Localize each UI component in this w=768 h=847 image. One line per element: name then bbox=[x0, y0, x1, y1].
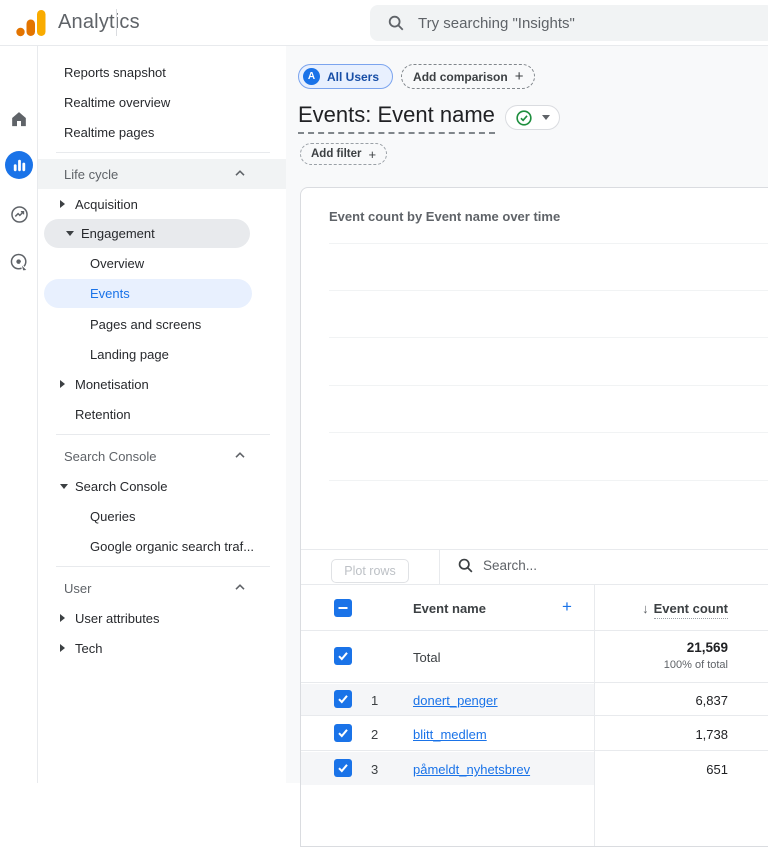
sidebar-item-landing-page[interactable]: Landing page bbox=[38, 339, 286, 369]
table-total-row: Total 21,569 100% of total bbox=[301, 631, 768, 682]
chevron-up-icon bbox=[234, 451, 246, 459]
sort-descending-icon: ↓ bbox=[642, 601, 649, 616]
add-filter-button[interactable]: Add filter + bbox=[300, 143, 387, 165]
explore-icon[interactable] bbox=[7, 202, 31, 226]
left-nav-rail bbox=[0, 46, 38, 783]
chevron-up-icon bbox=[234, 169, 246, 177]
chart-title: Event count by Event name over time bbox=[329, 209, 560, 224]
chevron-up-icon bbox=[234, 583, 246, 591]
sidebar-item-search-console[interactable]: Search Console bbox=[38, 471, 286, 501]
column-header-event-count[interactable]: ↓Event count bbox=[594, 600, 728, 618]
reports-sidebar: Reports snapshot Realtime overview Realt… bbox=[38, 46, 286, 783]
sidebar-item-user-attributes[interactable]: User attributes bbox=[38, 603, 286, 633]
total-value: 21,569 bbox=[594, 640, 728, 655]
global-search-input[interactable]: Try searching "Insights" bbox=[370, 5, 768, 41]
report-title-row: Events: Event name bbox=[298, 102, 560, 134]
sidebar-item-google-organic-search[interactable]: Google organic search traf... bbox=[38, 531, 286, 561]
plus-icon: + bbox=[515, 68, 524, 85]
table-row: 1 donert_penger 6,837 bbox=[301, 682, 768, 715]
total-subtext: 100% of total bbox=[594, 659, 728, 671]
search-icon bbox=[457, 557, 474, 574]
chart-gridline bbox=[329, 385, 768, 386]
chart-gridline bbox=[329, 480, 768, 481]
search-icon bbox=[387, 14, 405, 32]
total-label: Total bbox=[413, 650, 440, 665]
sidebar-divider bbox=[56, 566, 270, 567]
collapse-arrow-icon bbox=[66, 231, 81, 236]
data-quality-dropdown[interactable] bbox=[505, 105, 560, 130]
table-toolbar: Plot rows Search... bbox=[301, 550, 768, 585]
chart-gridline bbox=[329, 337, 768, 338]
sidebar-item-events-selected[interactable]: Events bbox=[44, 279, 252, 308]
caret-down-icon bbox=[542, 115, 550, 120]
table-row: 2 blitt_medlem 1,738 bbox=[301, 715, 768, 750]
google-analytics-logo-icon[interactable] bbox=[16, 9, 46, 37]
sidebar-divider bbox=[56, 152, 270, 153]
top-app-bar: Analytics Try searching "Insights" bbox=[0, 0, 768, 46]
section-header-user[interactable]: User bbox=[38, 573, 286, 603]
comparison-chips-row: A All Users Add comparison + bbox=[298, 64, 535, 89]
sidebar-item-pages-and-screens[interactable]: Pages and screens bbox=[38, 309, 286, 339]
row-checkbox-checked[interactable] bbox=[334, 690, 352, 708]
column-header-event-name[interactable]: Event name bbox=[413, 601, 486, 616]
section-header-search-console[interactable]: Search Console bbox=[38, 441, 286, 471]
expand-arrow-icon bbox=[60, 200, 75, 208]
reports-icon-selected[interactable] bbox=[5, 151, 33, 179]
table-search-placeholder: Search... bbox=[483, 558, 537, 573]
table-search-input[interactable]: Search... bbox=[457, 557, 537, 574]
event-name-link[interactable]: donert_penger bbox=[413, 693, 498, 708]
add-comparison-button[interactable]: Add comparison + bbox=[401, 64, 535, 89]
advertising-icon[interactable] bbox=[7, 250, 31, 274]
row-index: 2 bbox=[371, 727, 378, 742]
expand-arrow-icon bbox=[60, 644, 75, 652]
sidebar-item-realtime-pages[interactable]: Realtime pages bbox=[38, 117, 286, 147]
collapse-arrow-icon bbox=[60, 484, 75, 489]
sidebar-item-queries[interactable]: Queries bbox=[38, 501, 286, 531]
sidebar-divider bbox=[56, 434, 270, 435]
section-header-life-cycle[interactable]: Life cycle bbox=[38, 159, 286, 189]
global-search-placeholder: Try searching "Insights" bbox=[418, 15, 575, 32]
chart-gridline bbox=[329, 290, 768, 291]
sidebar-item-engagement[interactable]: Engagement bbox=[44, 219, 250, 248]
row-index: 3 bbox=[371, 762, 378, 777]
row-checkbox-checked[interactable] bbox=[334, 647, 352, 665]
row-checkbox-checked[interactable] bbox=[334, 724, 352, 742]
event-count-value: 651 bbox=[594, 762, 728, 777]
sidebar-item-acquisition[interactable]: Acquisition bbox=[38, 189, 286, 219]
event-count-value: 1,738 bbox=[594, 727, 728, 742]
event-name-link[interactable]: blitt_medlem bbox=[413, 727, 487, 742]
sidebar-item-retention[interactable]: Retention bbox=[38, 399, 286, 429]
event-name-link[interactable]: påmeldt_nyhetsbrev bbox=[413, 762, 530, 777]
row-checkbox-checked[interactable] bbox=[334, 759, 352, 777]
event-count-value: 6,837 bbox=[594, 693, 728, 708]
report-main-area: A All Users Add comparison + Events: Eve… bbox=[286, 46, 768, 783]
sidebar-item-realtime-overview[interactable]: Realtime overview bbox=[38, 87, 286, 117]
table-header-row: Event name + ↓Event count bbox=[301, 585, 768, 631]
app-title: Analytics bbox=[58, 11, 140, 34]
select-all-checkbox-indeterminate[interactable] bbox=[334, 599, 352, 617]
add-dimension-plus-icon[interactable]: + bbox=[562, 597, 572, 617]
row-index: 1 bbox=[371, 693, 378, 708]
plot-rows-button[interactable]: Plot rows bbox=[331, 559, 409, 583]
sidebar-item-overview[interactable]: Overview bbox=[38, 248, 286, 278]
plus-icon: + bbox=[368, 147, 376, 162]
expand-arrow-icon bbox=[60, 380, 75, 388]
home-icon[interactable] bbox=[7, 107, 31, 131]
ga4-events-report-screen: { "header": { "app_name": "Analytics", "… bbox=[0, 0, 768, 783]
comparison-avatar: A bbox=[303, 68, 320, 85]
header-divider bbox=[116, 9, 117, 36]
page-title[interactable]: Events: Event name bbox=[298, 102, 495, 134]
toolbar-divider bbox=[439, 550, 440, 584]
sidebar-item-tech[interactable]: Tech bbox=[38, 633, 286, 663]
sidebar-item-monetisation[interactable]: Monetisation bbox=[38, 369, 286, 399]
chart-gridline bbox=[329, 432, 768, 433]
expand-arrow-icon bbox=[60, 614, 75, 622]
table-row: 3 påmeldt_nyhetsbrev 651 bbox=[301, 750, 768, 785]
sidebar-item-reports-snapshot[interactable]: Reports snapshot bbox=[38, 57, 286, 87]
all-users-comparison-chip[interactable]: A All Users bbox=[298, 64, 393, 89]
check-circle-icon bbox=[515, 109, 533, 127]
chart-gridline bbox=[329, 243, 768, 244]
report-card: Event count by Event name over time Plot… bbox=[300, 187, 768, 847]
